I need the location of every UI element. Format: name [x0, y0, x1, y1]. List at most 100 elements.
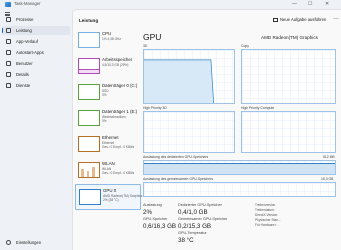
gpu-sparkline — [79, 189, 101, 205]
dedicated-gpu-memory-value: 0,4/1,0 GB — [178, 209, 208, 216]
resource-item-ethernet[interactable]: Ethernet Ethernet Ges.: 0 Empf.: 0 KBit/… — [75, 132, 141, 158]
ethernet-sparkline — [78, 136, 100, 152]
shared-gpu-memory-value: 0,2/15,3 GB — [178, 223, 212, 230]
nav-item-app-history[interactable]: App-Verlauf — [2, 37, 70, 46]
detail-driver-version: Treiberversion — [255, 203, 276, 207]
grid-icon — [6, 17, 11, 22]
dedicated-memory-fill — [144, 163, 335, 174]
nav-item-details[interactable]: Details — [2, 70, 70, 79]
graph-label-3d[interactable]: 3D — [143, 44, 147, 48]
wlan-bar — [87, 171, 89, 177]
resource-name: Arbeitsspeicher — [102, 57, 133, 62]
resource-name: Ethernet — [102, 135, 119, 140]
detail-physical-location: Physischer Stan… — [255, 218, 282, 222]
nav-label: Dienste — [16, 83, 31, 88]
close-button[interactable]: ✕ — [325, 1, 329, 7]
resource-name: Datenträger 1 (E:) — [102, 109, 138, 114]
graph-grid — [242, 112, 335, 152]
resource-name: GPU 0 — [103, 188, 117, 193]
nav-item-services[interactable]: Dienste — [2, 81, 70, 90]
shared-memory-max: 15,3 GB — [321, 177, 334, 181]
gpu-memory-value: 0,6/16,3 GB — [143, 223, 177, 230]
new-task-icon — [273, 17, 278, 22]
disk-sparkline — [78, 110, 100, 126]
nav-item-processes[interactable]: Prozesse — [2, 15, 70, 24]
graph-3d — [143, 49, 235, 104]
maximize-button[interactable]: ☐ — [308, 1, 312, 7]
page-title: Leistung — [79, 18, 99, 23]
resource-item-cpu[interactable]: CPU 1% 4,38 GHz — [75, 28, 141, 54]
main-panel: Leistung Neue Aufgabe ausführen … CPU 1%… — [72, 9, 341, 250]
minimize-button[interactable]: — — [292, 1, 297, 7]
memory-fill — [79, 68, 99, 73]
nav-label: Autostart-Apps — [16, 50, 44, 55]
nav-item-startup-apps[interactable]: Autostart-Apps — [2, 48, 70, 57]
run-task-label: Neue Aufgabe ausführen — [280, 17, 327, 22]
startup-icon — [6, 50, 11, 55]
nav-label: Benutzer — [16, 61, 33, 66]
navigation-pane: Prozesse Leistung App-Verlauf Autostart-… — [0, 9, 72, 250]
resource-item-disk-1[interactable]: Datenträger 1 (E:) Wechselmedium 0% — [75, 106, 141, 132]
detail-driver-date: Treiberdatum: — [255, 208, 275, 212]
graph-grid — [144, 183, 335, 196]
gpu-temperature-label: GPU-Temperatur — [178, 231, 207, 235]
resource-value: 0% — [102, 93, 107, 97]
nav-label: App-Verlauf — [16, 39, 38, 44]
memory-sparkline — [78, 58, 100, 74]
dedicated-gpu-memory-label: Dedizierter GPU-Speicher — [178, 203, 222, 207]
nav-item-users[interactable]: Benutzer — [2, 59, 70, 68]
window-title: Task-Manager — [14, 1, 41, 6]
graph-grid — [242, 50, 335, 103]
graph-label-hp3d[interactable]: High Priority 3D — [143, 106, 167, 110]
shared-memory-label: Auslastung des gemeinsamen GPU-Speichers — [143, 177, 213, 181]
nav-label: Einstellungen — [16, 240, 42, 245]
dedicated-memory-label: Auslastung des dedizierten GPU-Speichers — [143, 155, 209, 159]
graph-shared-memory — [143, 182, 336, 197]
utilization-area — [144, 59, 214, 103]
utilization-label: Auslastung — [143, 203, 162, 207]
gpu-title: GPU — [143, 32, 162, 42]
dedicated-memory-max: 512 MB — [323, 155, 335, 159]
gear-icon — [6, 240, 11, 245]
resource-value: 2% (38 °C) — [103, 198, 119, 202]
nav-label: Leistung — [16, 28, 32, 33]
resource-item-wlan[interactable]: WLAN WLAN Ges.: 0 Empf.: 0 KBit/s — [75, 158, 141, 184]
detail-directx-version: DirectX-Version: — [255, 213, 279, 217]
gpu-temperature-value: 38 °C — [178, 237, 194, 244]
resource-subtitle: 4,5/15,3 GB (29%) — [102, 63, 129, 67]
cpu-sparkline — [78, 32, 100, 48]
nav-item-performance[interactable]: Leistung — [2, 26, 70, 35]
resource-name: CPU — [102, 31, 112, 36]
wlan-bar — [81, 168, 84, 177]
graph-copy — [241, 49, 336, 104]
graph-hpcompute — [241, 111, 336, 153]
graph-dedicated-memory — [143, 160, 336, 175]
resource-value: Ges.: 0 Empf.: 0 KBit/s — [102, 171, 135, 175]
gpu-model: AMD Radeon(TM) Graphics — [261, 35, 318, 40]
graph-grid — [144, 112, 234, 152]
nav-item-settings[interactable]: Einstellungen — [2, 238, 70, 247]
graph-hp3d — [143, 111, 235, 153]
run-new-task-button[interactable]: Neue Aufgabe ausführen — [273, 17, 326, 22]
history-icon — [6, 39, 11, 44]
resource-name: WLAN — [102, 161, 115, 166]
resource-item-memory[interactable]: Arbeitsspeicher 4,5/15,3 GB (29%) — [75, 54, 141, 80]
resource-subtitle: 1% 4,38 GHz — [102, 37, 121, 41]
resource-item-disk-0[interactable]: Datenträger 0 (C:) SSD 0% — [75, 80, 141, 106]
more-options-button[interactable]: … — [333, 15, 339, 21]
gpu-memory-label: GPU-Speicher — [143, 217, 168, 221]
graph-label-hpcompute[interactable]: High Priority Compute — [241, 106, 274, 110]
detail-hardware-reserved: Für Hardware r… — [255, 223, 280, 227]
task-manager-icon — [5, 2, 11, 7]
disk-sparkline — [78, 84, 100, 100]
nav-label: Details — [16, 72, 29, 77]
performance-icon — [6, 28, 11, 33]
users-icon — [6, 61, 11, 66]
title-bar: Task-Manager — ☐ ✕ — [0, 0, 341, 9]
resource-item-gpu[interactable]: GPU 0 AMD Radeon(TM) Graphics 2% (38 °C) — [75, 184, 143, 210]
graph-label-copy[interactable]: Copy — [241, 44, 249, 48]
details-icon — [6, 72, 11, 77]
resource-value: Ges.: 0 Empf.: 0 KBit/s — [102, 145, 135, 149]
resource-value: 0% — [102, 119, 107, 123]
wlan-sparkline — [78, 162, 100, 178]
